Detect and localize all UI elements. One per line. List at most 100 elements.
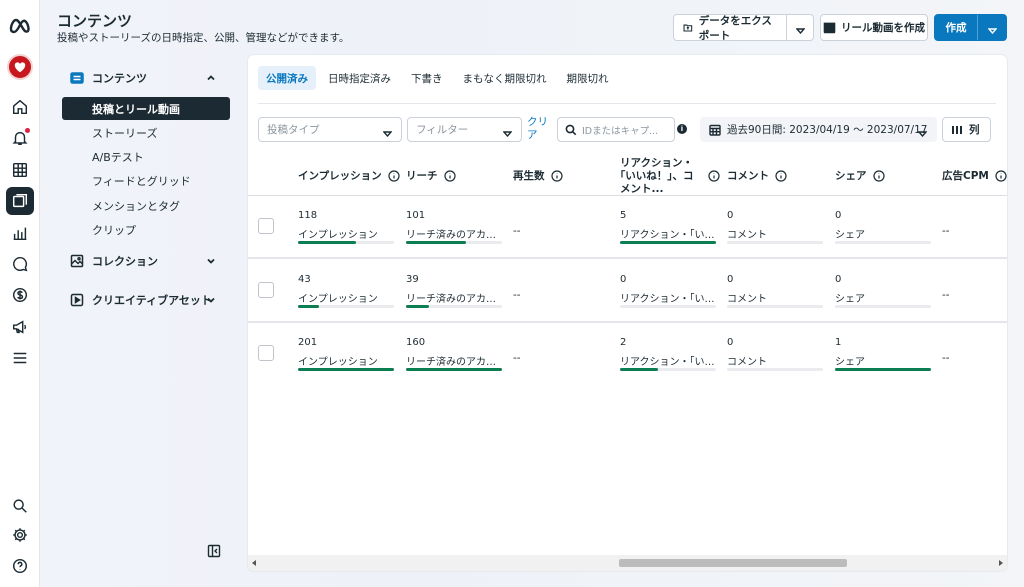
account-avatar[interactable]	[7, 54, 33, 80]
metric-label: リアクション・「いい...	[620, 294, 716, 303]
metric-cell-comments: 0 コメント	[727, 274, 823, 308]
home-icon[interactable]	[6, 93, 34, 121]
column-header-plays[interactable]: 再生数	[513, 162, 563, 190]
monetization-dollar-icon[interactable]	[6, 281, 34, 309]
tab-published[interactable]: 公開済み	[258, 66, 316, 90]
metric-cell-shares: 0 シェア	[835, 210, 931, 244]
metric-cell-reactions: 2 リアクション・「いい...	[620, 337, 716, 371]
column-header-ad-cpm[interactable]: 広告CPM	[942, 162, 1007, 190]
nav-group-collections[interactable]: コレクション	[62, 249, 230, 273]
metric-value: 0	[835, 274, 842, 285]
sidebar-item-feed-grid[interactable]: フィードとグリッド	[62, 169, 230, 192]
empty-cell-cpm: --	[942, 289, 950, 301]
row-checkbox[interactable]	[258, 282, 274, 298]
settings-gear-icon[interactable]	[6, 521, 34, 549]
column-header-reach[interactable]: リーチ	[406, 162, 456, 190]
column-header-label: リーチ	[406, 169, 438, 182]
export-folder-icon	[683, 24, 693, 32]
collapse-sidebar-icon[interactable]	[207, 544, 221, 558]
calendar-icon	[709, 124, 721, 136]
columns-button[interactable]: 列	[942, 117, 991, 142]
nav-group-creative-assets[interactable]: クリエイティブアセット	[62, 288, 230, 312]
info-icon[interactable]	[775, 170, 787, 182]
search-input[interactable]: IDまたはキャプ...	[557, 117, 675, 142]
calendar-grid-icon[interactable]	[6, 156, 34, 184]
metric-bar-fill	[406, 305, 430, 308]
metric-bar	[835, 368, 931, 371]
filter-select[interactable]: フィルター	[407, 117, 522, 142]
sidebar-item-stories[interactable]: ストーリーズ	[62, 121, 230, 144]
info-icon[interactable]	[550, 170, 563, 182]
metric-bar	[727, 305, 823, 308]
bell-icon[interactable]	[6, 124, 34, 152]
metric-value: 43	[298, 274, 311, 285]
metric-bar	[406, 368, 502, 371]
content-icon[interactable]	[6, 187, 34, 215]
column-header-comments[interactable]: コメント	[727, 162, 787, 190]
metric-bar-fill	[298, 305, 320, 308]
info-icon[interactable]	[388, 170, 400, 182]
scroll-right-arrow-icon[interactable]	[999, 560, 1003, 566]
help-icon[interactable]	[6, 552, 34, 580]
empty-cell-plays: --	[513, 352, 521, 364]
menu-hamburger-icon[interactable]	[6, 344, 34, 372]
metric-cell-impressions: 43 インプレッション	[298, 274, 394, 308]
metric-label: リーチ済みのアカウン...	[406, 357, 502, 366]
post-type-placeholder: 投稿タイプ	[267, 124, 320, 136]
metric-bar	[620, 305, 716, 308]
metric-value: 201	[298, 337, 318, 348]
metric-value: 2	[620, 337, 627, 348]
tab-scheduled[interactable]: 日時指定済み	[320, 66, 399, 90]
chevron-down-icon	[794, 25, 806, 34]
export-options-dropdown[interactable]	[787, 25, 813, 34]
sidebar-item-posts-reels[interactable]: 投稿とリール動画	[62, 97, 230, 120]
export-data-button[interactable]: データをエクスポート	[674, 15, 787, 42]
sidebar-item-clips[interactable]: クリップ	[62, 218, 230, 241]
info-icon[interactable]	[708, 170, 720, 182]
column-header-reactions[interactable]: リアクション・｢いいね！｣、コメント...	[620, 156, 720, 195]
create-reel-button[interactable]: リール動画を作成	[820, 14, 928, 41]
creative-asset-play-icon	[70, 293, 84, 307]
info-icon[interactable]	[872, 170, 885, 182]
info-icon[interactable]	[995, 170, 1007, 182]
row-checkbox[interactable]	[258, 345, 274, 361]
metric-bar	[835, 241, 931, 244]
scroll-left-arrow-icon[interactable]	[252, 560, 256, 566]
clear-filters-link[interactable]: クリア	[527, 116, 549, 142]
metric-label: コメント	[727, 294, 767, 303]
create-button[interactable]: 作成	[935, 15, 978, 40]
column-header-label: リアクション・｢いいね！｣、コメント...	[620, 156, 694, 195]
tab-expired[interactable]: 期限切れ	[559, 66, 617, 90]
sidebar-item-ab-test[interactable]: A/Bテスト	[62, 145, 230, 168]
tab-expiring-soon[interactable]: まもなく期限切れ	[455, 66, 555, 90]
info-icon[interactable]: i	[677, 124, 687, 134]
date-range-picker[interactable]: 過去90日間: 2023/04/19 ～ 2023/07/17	[700, 117, 937, 142]
metric-bar	[406, 305, 502, 308]
insights-chart-icon[interactable]	[6, 219, 34, 247]
sidebar-item-mentions-tags[interactable]: メンションとタグ	[62, 194, 230, 217]
tab-drafts[interactable]: 下書き	[403, 66, 451, 90]
chevron-down-icon	[206, 295, 216, 305]
empty-cell-cpm: --	[942, 352, 950, 364]
ads-megaphone-icon[interactable]	[6, 313, 34, 341]
scrollbar-thumb[interactable]	[619, 559, 847, 567]
metric-label: コメント	[727, 230, 767, 239]
left-rail	[0, 0, 40, 587]
content-list-icon	[70, 71, 84, 85]
info-icon[interactable]	[443, 170, 456, 182]
nav-group-content[interactable]: コンテンツ	[62, 66, 230, 90]
chevron-up-icon	[206, 73, 216, 83]
column-header-impressions[interactable]: インプレッション	[298, 162, 400, 190]
inbox-chat-icon[interactable]	[6, 250, 34, 278]
row-checkbox[interactable]	[258, 218, 274, 234]
meta-logo-icon[interactable]	[6, 12, 34, 40]
metric-cell-reach: 160 リーチ済みのアカウン...	[406, 337, 502, 371]
column-header-label: 広告CPM	[942, 169, 989, 182]
horizontal-scrollbar[interactable]	[248, 555, 1007, 571]
create-options-dropdown[interactable]	[978, 25, 1006, 34]
metric-bar	[727, 368, 823, 371]
column-header-shares[interactable]: シェア	[835, 162, 885, 190]
create-button-group: 作成	[934, 14, 1007, 41]
search-icon[interactable]	[6, 492, 34, 520]
post-type-select[interactable]: 投稿タイプ	[258, 117, 402, 142]
